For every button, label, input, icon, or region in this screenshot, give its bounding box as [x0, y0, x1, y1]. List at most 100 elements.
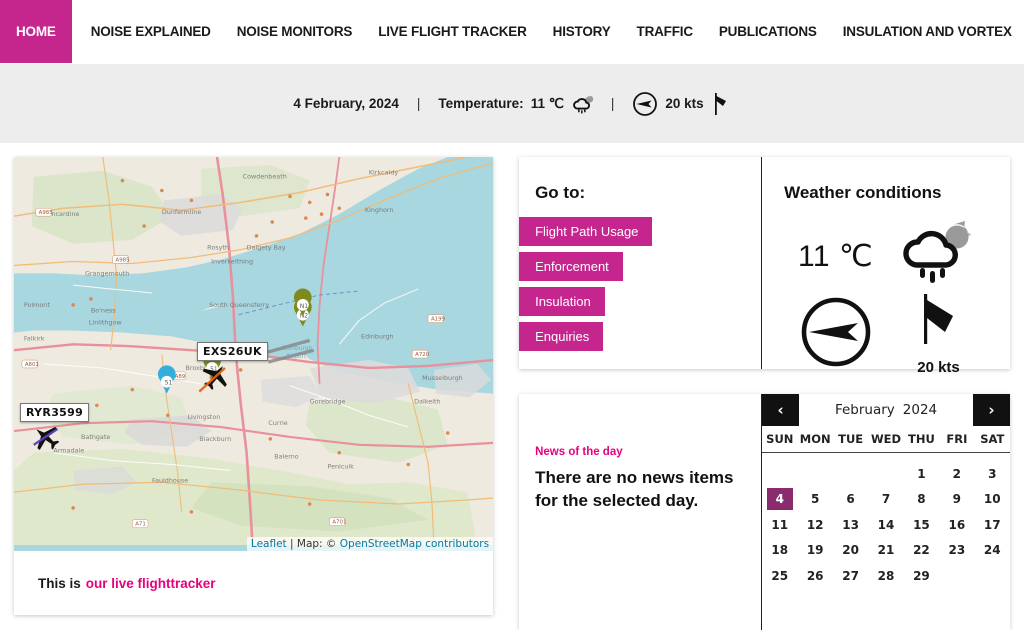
svg-text:Kinghorn: Kinghorn	[365, 206, 394, 214]
calendar-day-9[interactable]: 9	[939, 487, 974, 513]
calendar-day-label	[802, 463, 828, 485]
svg-text:Kirkcaldy: Kirkcaldy	[369, 169, 399, 177]
nav-item-traffic[interactable]: TRAFFIC	[624, 0, 706, 63]
calendar-day-11[interactable]: 11	[762, 512, 797, 538]
calendar-day-6[interactable]: 6	[833, 487, 868, 513]
calendar-day-label: 12	[806, 517, 824, 532]
aircraft-callsign: EXS26UK	[203, 345, 262, 358]
svg-text:Cowdenbeath: Cowdenbeath	[243, 173, 287, 181]
wind-speed-flag-icon	[923, 294, 953, 344]
calendar-day-empty	[762, 461, 797, 487]
flight-tracker-map[interactable]: Dunfermline Cowdenbeath Kirkcaldy Kingho…	[14, 157, 494, 551]
main-navigation: HOME NOISE EXPLAINED NOISE MONITORS LIVE…	[0, 0, 1024, 64]
nav-item-noise-explained[interactable]: NOISE EXPLAINED	[78, 0, 224, 63]
calendar-day-label: 24	[983, 543, 1001, 558]
nav-item-home[interactable]: HOME	[0, 0, 72, 63]
calendar-day-27[interactable]: 27	[833, 563, 868, 589]
calendar-day-12[interactable]: 12	[797, 512, 832, 538]
calendar-day-16[interactable]: 16	[939, 512, 974, 538]
calendar-dow-sat: SAT	[980, 432, 1005, 446]
calendar-day-1[interactable]: 1	[904, 461, 939, 487]
calendar-day-2[interactable]: 2	[939, 461, 974, 487]
nav-item-insulation-and-vortex[interactable]: INSULATION AND VORTEX	[830, 0, 1024, 63]
separator: |	[416, 96, 421, 111]
aircraft-label-ryr3599[interactable]: RYR3599	[20, 403, 90, 422]
nav-item-noise-monitors[interactable]: NOISE MONITORS	[224, 0, 365, 63]
calendar-day-empty	[868, 461, 903, 487]
weather-values: 11 ℃ 20 kts	[784, 221, 990, 376]
calendar-day-label: 5	[811, 492, 820, 507]
calendar-day-20[interactable]: 20	[833, 538, 868, 564]
calendar-day-7[interactable]: 7	[868, 487, 903, 513]
calendar-day-5[interactable]: 5	[797, 487, 832, 513]
calendar-day-26[interactable]: 26	[797, 563, 832, 589]
calendar-day-label: 20	[842, 543, 859, 558]
calendar-day-empty	[833, 461, 868, 487]
calendar-day-label	[767, 463, 793, 485]
calendar-day-label	[873, 463, 899, 485]
goto-button-insulation[interactable]: Insulation	[519, 287, 605, 316]
svg-text:Gorebridge: Gorebridge	[310, 397, 346, 405]
live-flighttracker-link[interactable]: our live flighttracker	[86, 576, 216, 591]
calendar-dow-tue: TUE	[838, 432, 864, 446]
calendar-day-label: 18	[771, 543, 789, 558]
calendar-header: ‹ February 2024 ›	[762, 394, 1010, 426]
map-caption-prefix: This is	[38, 575, 81, 591]
svg-text:A801: A801	[25, 362, 39, 368]
calendar-day-label: 22	[913, 543, 930, 558]
svg-text:A985: A985	[39, 210, 53, 216]
calendar-day-15[interactable]: 15	[904, 512, 939, 538]
nav-item-history[interactable]: HISTORY	[540, 0, 624, 63]
calendar-day-label: 14	[877, 517, 895, 532]
wind-group: 20 kts	[632, 91, 730, 117]
svg-text:Penicuik: Penicuik	[327, 462, 354, 470]
calendar-dow-thu: THU	[908, 432, 935, 446]
wind-speed-value: 20 kts	[665, 96, 704, 111]
calendar-day-8[interactable]: 8	[904, 487, 939, 513]
svg-text:Dunfermline: Dunfermline	[162, 208, 202, 216]
calendar-day-23[interactable]: 23	[939, 538, 974, 564]
nav-item-publications[interactable]: PUBLICATIONS	[706, 0, 830, 63]
calendar-day-29[interactable]: 29	[904, 563, 939, 589]
wind-direction-arrow-icon	[800, 296, 872, 373]
calendar-day-28[interactable]: 28	[868, 563, 903, 589]
svg-text:A720: A720	[415, 352, 430, 358]
svg-text:51: 51	[165, 381, 173, 387]
calendar-day-10[interactable]: 10	[975, 487, 1010, 513]
calendar-day-14[interactable]: 14	[868, 512, 903, 538]
goto-button-enquiries[interactable]: Enquiries	[519, 322, 604, 351]
calendar-prev-month-button[interactable]: ‹	[762, 394, 800, 426]
calendar-day-22[interactable]: 22	[904, 538, 939, 564]
wind-speed-group: 20 kts	[908, 292, 970, 376]
openstreetmap-link[interactable]: OpenStreetMap contributors	[340, 538, 489, 550]
calendar-week-row: 18 19 20 21 22 23 24	[762, 538, 1010, 564]
calendar-day-25[interactable]: 25	[762, 563, 797, 589]
svg-text:Armadale: Armadale	[53, 447, 84, 455]
calendar-day-4[interactable]: 4	[762, 487, 797, 513]
nav-item-live-flight-tracker[interactable]: LIVE FLIGHT TRACKER	[365, 0, 539, 63]
goto-button-enforcement[interactable]: Enforcement	[519, 252, 623, 281]
calendar-dow-mon: MON	[799, 432, 831, 446]
calendar-next-month-button[interactable]: ›	[973, 394, 1010, 426]
leaflet-link[interactable]: Leaflet	[251, 538, 287, 550]
wind-speed-flag-icon	[711, 91, 731, 117]
calendar-day-13[interactable]: 13	[833, 512, 868, 538]
calendar-day-21[interactable]: 21	[868, 538, 903, 564]
calendar-day-3[interactable]: 3	[975, 461, 1010, 487]
calendar-day-label: 16	[948, 517, 966, 532]
weather-panel: Weather conditions 11 ℃ 20 kts	[762, 157, 1010, 376]
nav-label: NOISE EXPLAINED	[90, 24, 211, 39]
goto-button-flight-path-usage[interactable]: Flight Path Usage	[519, 217, 653, 246]
calendar-day-18[interactable]: 18	[762, 538, 797, 564]
aircraft-label-exs26uk[interactable]: EXS26UK	[197, 342, 268, 361]
calendar-day-label	[979, 565, 1005, 587]
calendar-grid: 1 2 3 4 5 6 7 8 9 10 11 12 13 14 15 16 17 18 19 20 21 22 23 24 2…	[762, 453, 1010, 589]
calendar-day-24[interactable]: 24	[975, 538, 1010, 564]
calendar-year: 2024	[902, 402, 938, 418]
calendar-day-label	[944, 565, 970, 587]
nav-label: INSULATION AND VORTEX	[842, 24, 1012, 39]
calendar-day-label: 9	[952, 492, 962, 507]
calendar-day-17[interactable]: 17	[975, 512, 1010, 538]
svg-text:Bathgate: Bathgate	[81, 433, 110, 441]
calendar-day-19[interactable]: 19	[797, 538, 832, 564]
